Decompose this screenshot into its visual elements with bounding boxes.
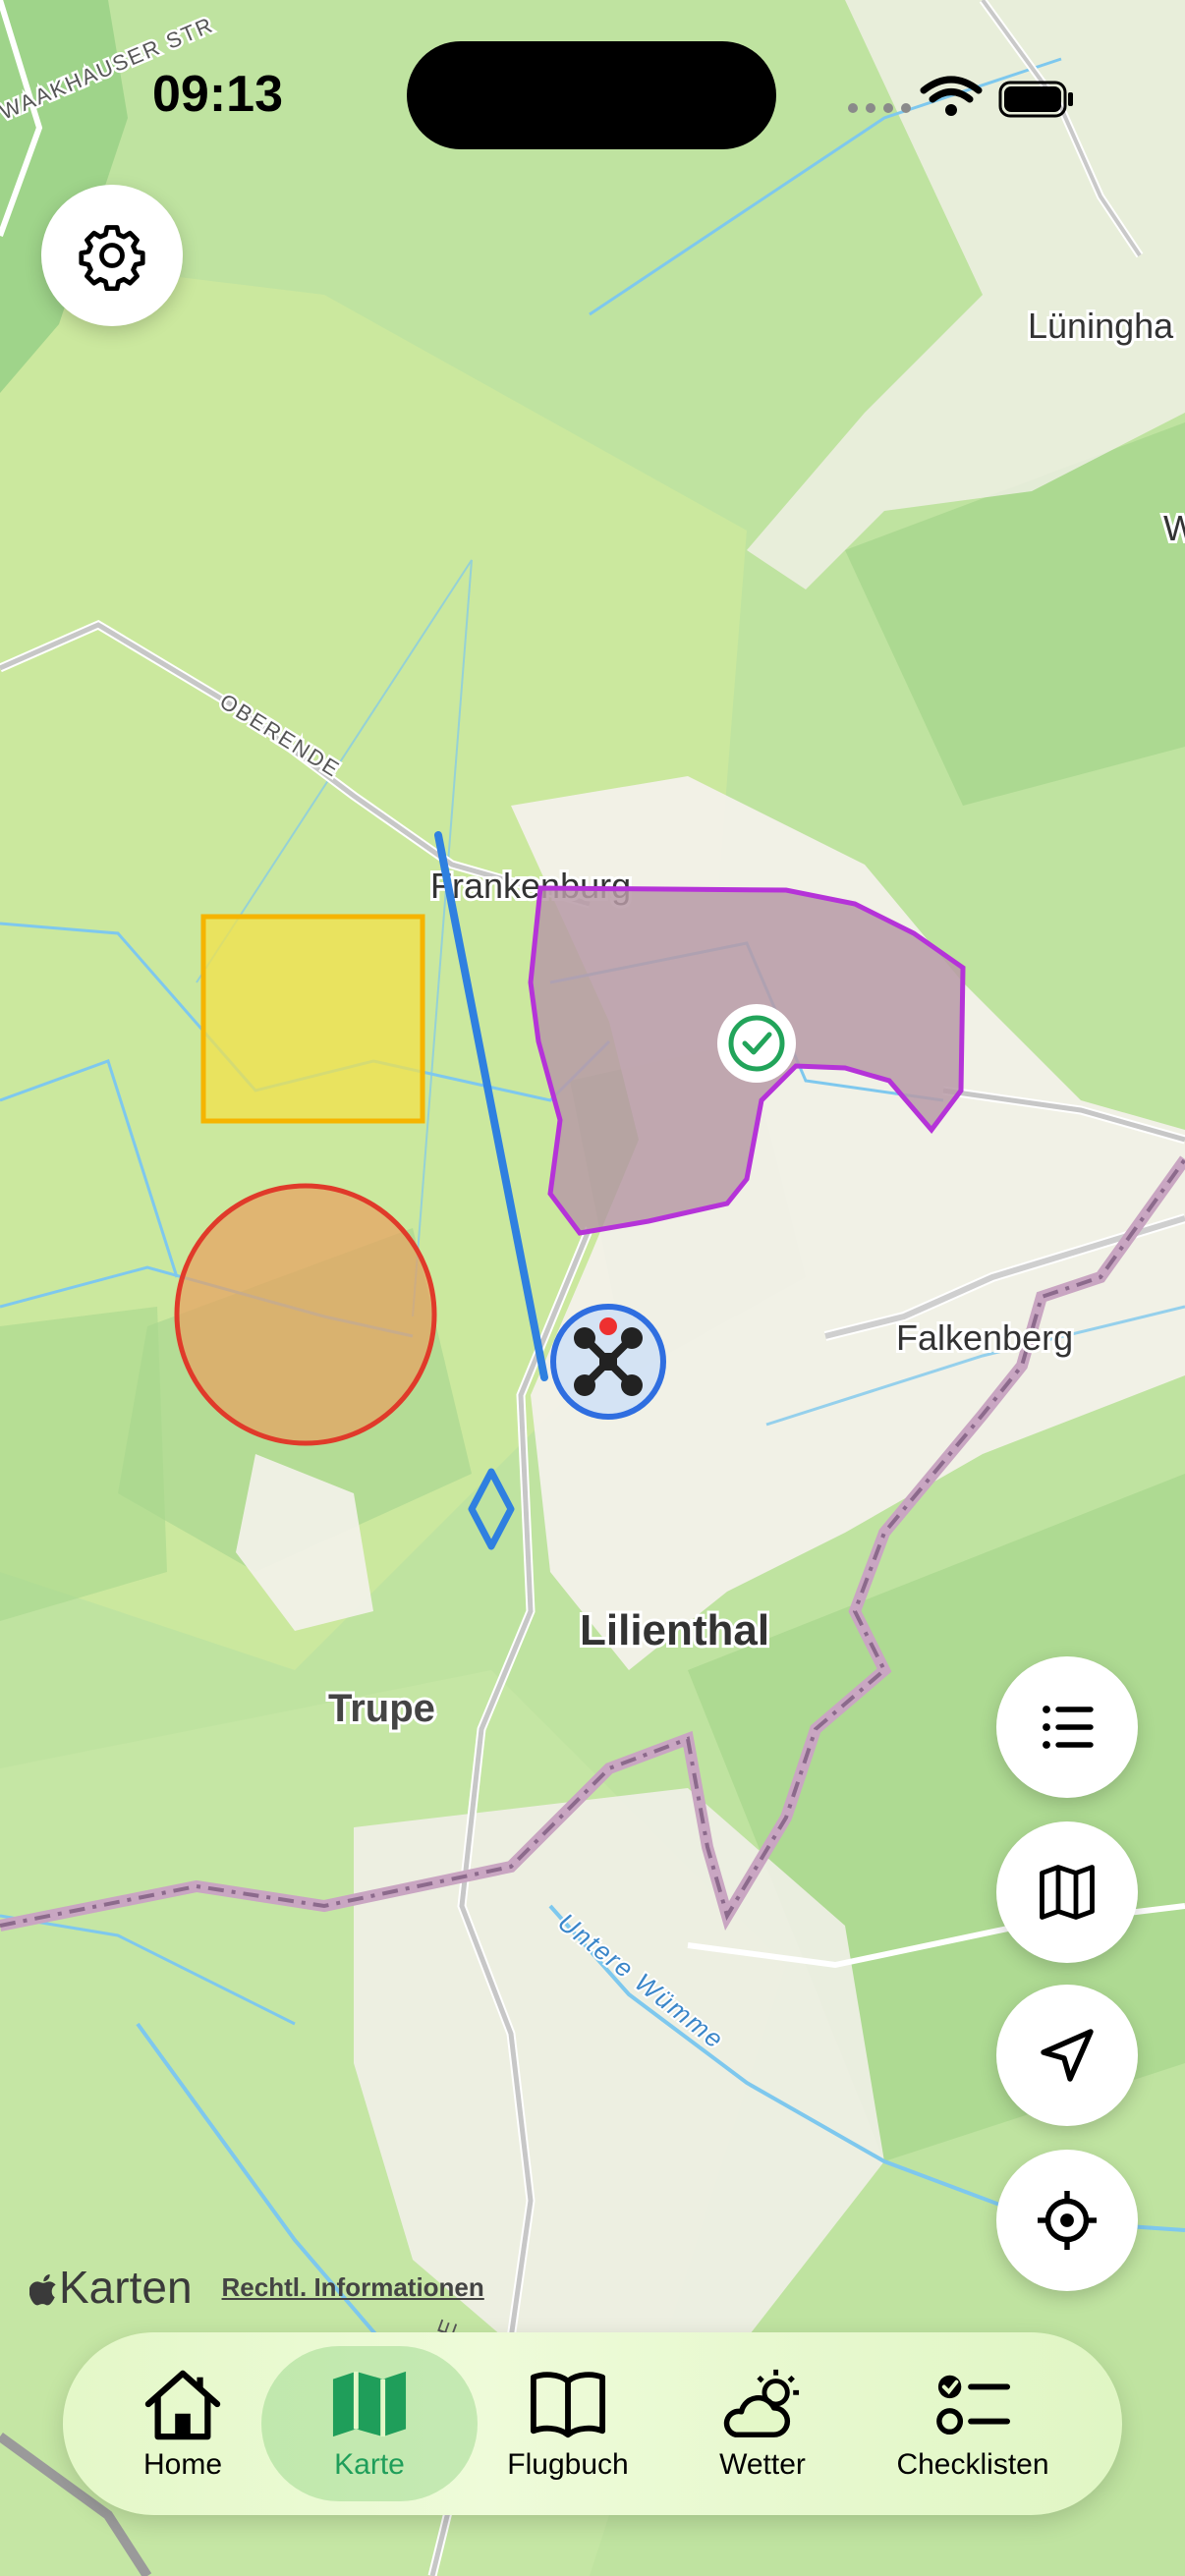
tab-home[interactable]: Home — [85, 2332, 281, 2515]
tab-flugbuch[interactable]: Flugbuch — [470, 2332, 666, 2515]
label-falkenberg: Falkenberg — [896, 1317, 1073, 1358]
book-icon — [530, 2372, 606, 2438]
tab-home-label: Home — [142, 2448, 223, 2481]
tab-bar: Home Karte Flugbuch Wetter Checklisten — [63, 2332, 1122, 2515]
map-icon — [332, 2371, 407, 2437]
gear-icon — [79, 225, 145, 291]
maps-provider-logo: Karten — [28, 2261, 193, 2314]
cloud-sun-icon — [723, 2369, 800, 2437]
dynamic-island — [407, 41, 776, 149]
map-attribution: Karten Rechtl. Informationen — [28, 2258, 484, 2317]
tab-wetter[interactable]: Wetter — [664, 2332, 861, 2515]
status-time: 09:13 — [152, 66, 283, 123]
navigation-arrow-icon — [1041, 2029, 1094, 2082]
status-indicators — [845, 69, 1081, 124]
house-icon — [144, 2370, 221, 2440]
tab-checklisten[interactable]: Checklisten — [875, 2332, 1071, 2515]
settings-button[interactable] — [41, 185, 183, 326]
apple-icon — [28, 2274, 56, 2306]
tab-checklisten-label: Checklisten — [896, 2448, 1049, 2481]
battery-icon — [998, 81, 1073, 118]
label-w-partial: W — [1163, 508, 1185, 548]
label-lilienthal: Lilienthal — [580, 1606, 769, 1654]
wifi-icon — [920, 76, 983, 116]
tab-wetter-label: Wetter — [719, 2448, 806, 2481]
tab-flugbuch-label: Flugbuch — [507, 2448, 629, 2481]
tab-karte[interactable]: Karte — [261, 2332, 478, 2515]
tab-karte-label: Karte — [334, 2448, 405, 2481]
checklist-icon — [936, 2375, 1011, 2436]
list-icon — [1043, 1706, 1094, 1749]
label-lueninghausen: Lüningha — [1028, 306, 1174, 346]
approval-check-icon[interactable] — [717, 1004, 796, 1083]
label-trupe: Trupe — [328, 1687, 435, 1730]
restricted-zone-red-circle[interactable] — [174, 1183, 437, 1446]
legal-info-link[interactable]: Rechtl. Informationen — [222, 2272, 484, 2303]
list-button[interactable] — [996, 1656, 1138, 1798]
signal-icon — [848, 103, 911, 113]
drone-location-icon[interactable] — [550, 1304, 666, 1420]
crosshair-icon — [1038, 2191, 1097, 2250]
locate-button[interactable] — [996, 2150, 1138, 2291]
restricted-zone-yellow[interactable] — [200, 914, 425, 1124]
map-style-button[interactable] — [996, 1821, 1138, 1963]
map-icon — [1040, 1865, 1095, 1920]
navigate-button[interactable] — [996, 1985, 1138, 2126]
